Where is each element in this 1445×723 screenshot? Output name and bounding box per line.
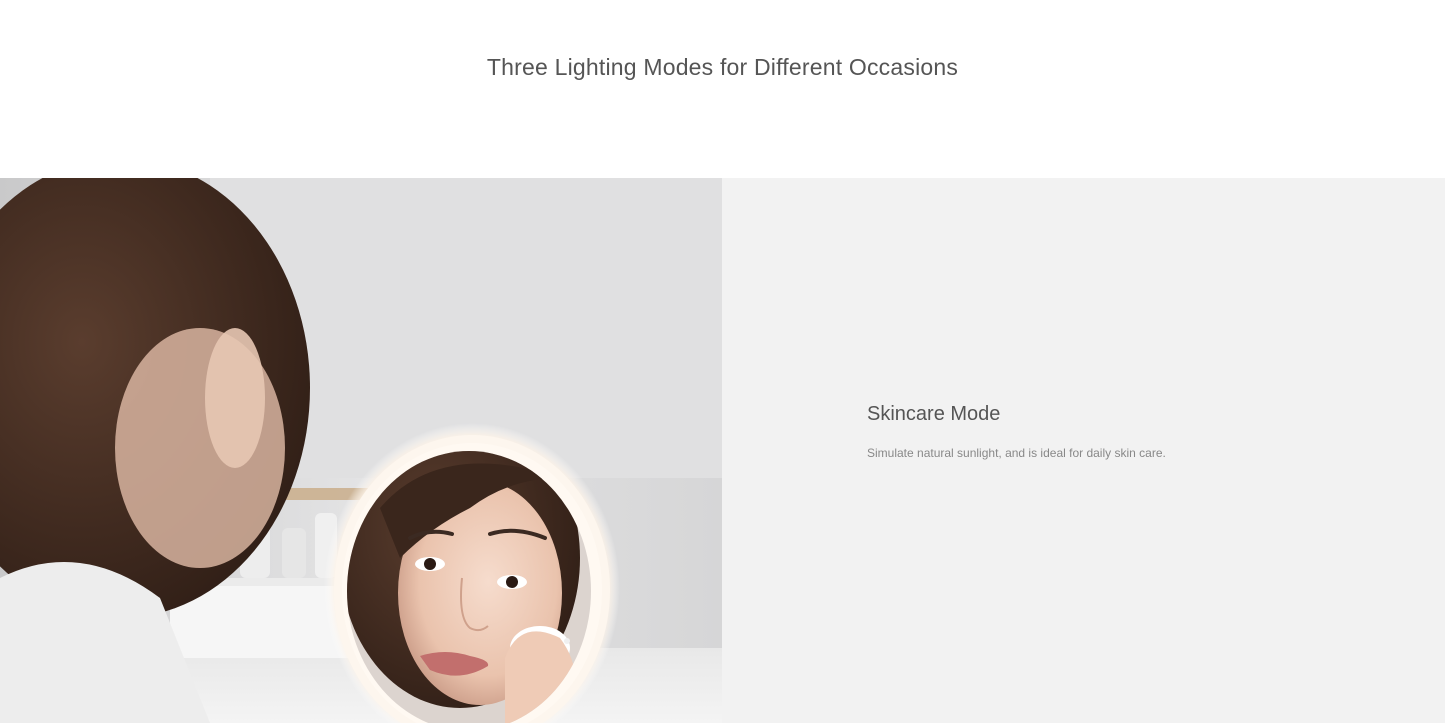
section-header: Three Lighting Modes for Different Occas…	[0, 0, 1445, 178]
page: Three Lighting Modes for Different Occas…	[0, 0, 1445, 723]
product-photo	[0, 178, 722, 723]
mode-info-panel: Skincare Mode Simulate natural sunlight,…	[722, 178, 1445, 723]
mode-description: Simulate natural sunlight, and is ideal …	[867, 446, 1166, 460]
mode-title: Skincare Mode	[867, 403, 1001, 425]
section-title: Three Lighting Modes for Different Occas…	[486, 54, 959, 80]
lighting-mode-feature: Skincare Mode Simulate natural sunlight,…	[0, 178, 1445, 723]
mirror-photo-illustration	[0, 178, 722, 723]
